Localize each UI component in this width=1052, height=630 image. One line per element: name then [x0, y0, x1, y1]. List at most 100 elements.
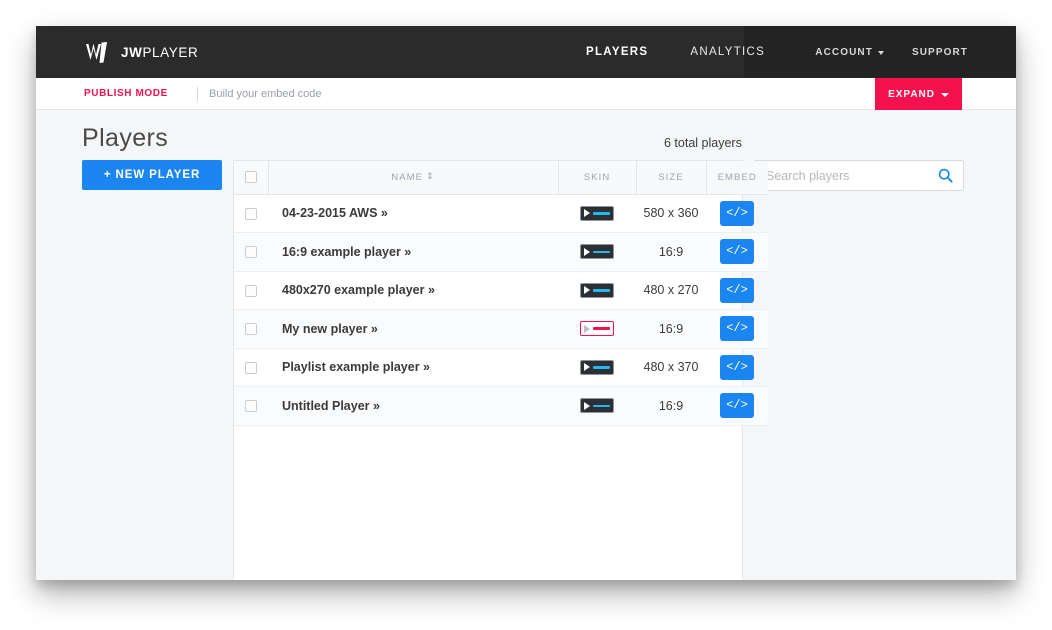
progress-bar-icon	[593, 212, 610, 215]
play-triangle-icon	[584, 363, 590, 372]
table-body: 04-23-2015 AWS » 580 x 360 </> 16:9 example…	[234, 194, 768, 426]
row-skin-cell	[558, 232, 636, 272]
expand-button[interactable]: EXPAND	[875, 78, 962, 110]
player-name-link[interactable]: 480x270 example player »	[282, 283, 435, 297]
row-size-cell: 480 x 270	[636, 271, 706, 310]
search-players-box[interactable]	[754, 160, 964, 191]
row-skin-cell	[558, 194, 636, 233]
table-row[interactable]: 480x270 example player » 480 x 270 </>	[234, 271, 768, 310]
jwplayer-logo[interactable]: JWPLAYER	[84, 39, 198, 65]
row-name-cell: 480x270 example player »	[268, 271, 558, 310]
logo-text-jw: JW	[121, 44, 143, 60]
chevron-down-icon	[877, 51, 884, 55]
play-triangle-icon	[584, 247, 590, 256]
row-embed-cell: </>	[706, 271, 768, 310]
row-embed-cell: </>	[706, 194, 768, 233]
search-icon	[938, 168, 953, 183]
row-checkbox[interactable]	[245, 361, 257, 374]
skin-thumbnail-pink-icon	[580, 321, 614, 337]
row-select-cell	[234, 232, 268, 272]
row-checkbox[interactable]	[245, 207, 257, 220]
progress-bar-icon	[593, 366, 610, 369]
table-row[interactable]: Untitled Player » 16:9 </>	[234, 386, 768, 426]
table-row[interactable]: My new player » 16:9 </>	[234, 309, 768, 349]
player-name-link[interactable]: Untitled Player »	[282, 399, 380, 413]
row-size-cell: 16:9	[636, 309, 706, 349]
row-skin-cell	[558, 271, 636, 310]
nav-account-menu[interactable]: ACCOUNT	[815, 47, 884, 58]
tab-analytics[interactable]: ANALYTICS	[680, 26, 775, 78]
embed-code-button[interactable]: </>	[720, 316, 754, 342]
column-header-select-all	[234, 161, 269, 195]
publish-mode-hint: Build your embed code	[209, 87, 322, 100]
row-select-cell	[234, 309, 268, 349]
progress-bar-icon	[593, 250, 610, 253]
search-input[interactable]	[755, 168, 938, 183]
row-select-cell	[234, 194, 268, 233]
column-header-skin: SKIN	[558, 161, 637, 195]
row-name-cell: 04-23-2015 AWS »	[268, 194, 558, 233]
row-name-cell: 16:9 example player »	[268, 232, 558, 272]
table-row[interactable]: Playlist example player » 480 x 370 </>	[234, 348, 768, 387]
top-navigation-bar: JWPLAYER PLAYERS ANALYTICS ACCOUNT SUPPO…	[36, 26, 1016, 86]
play-triangle-icon	[584, 286, 590, 295]
nav-support-link[interactable]: SUPPORT	[912, 47, 968, 58]
column-header-embed: EMBED	[706, 161, 768, 195]
select-all-checkbox[interactable]	[244, 171, 257, 184]
row-size-cell: 480 x 370	[636, 348, 706, 387]
table-header-row: NAME ⇕ SKIN SIZE EMBED	[234, 161, 768, 195]
play-triangle-icon	[584, 401, 590, 410]
publish-mode-label[interactable]: PUBLISH MODE	[84, 88, 168, 99]
row-name-cell: Playlist example player »	[268, 348, 558, 387]
embed-code-button[interactable]: </>	[720, 200, 754, 226]
skin-thumbnail-dark-icon	[580, 359, 614, 375]
tab-analytics-label: ANALYTICS	[690, 46, 766, 58]
page-title: Players	[82, 124, 169, 152]
play-triangle-icon	[584, 209, 590, 218]
embed-code-button[interactable]: </>	[720, 354, 754, 380]
row-checkbox[interactable]	[245, 246, 257, 259]
nav-right-group: ACCOUNT SUPPORT	[815, 47, 968, 58]
main-tabs: PLAYERS ANALYTICS	[576, 26, 775, 86]
jwplayer-w-logo-icon	[86, 42, 107, 63]
app-window: JWPLAYER PLAYERS ANALYTICS ACCOUNT SUPPO…	[36, 26, 1016, 580]
player-name-link[interactable]: 16:9 example player »	[282, 245, 411, 259]
player-name-link[interactable]: Playlist example player »	[282, 360, 430, 374]
row-skin-cell	[558, 386, 636, 426]
row-skin-cell	[558, 348, 636, 387]
content-area: Players 6 total players + NEW PLAYER Sea…	[36, 110, 1016, 580]
player-name-link[interactable]: My new player »	[282, 322, 378, 336]
table-row[interactable]: 04-23-2015 AWS » 580 x 360 </>	[234, 194, 768, 233]
column-header-size: SIZE	[636, 161, 707, 195]
tab-players[interactable]: PLAYERS	[576, 26, 658, 86]
players-table-panel: NAME ⇕ SKIN SIZE EMBED 04-23-2015 AWS » 58…	[233, 160, 768, 580]
sort-toggle-icon[interactable]: ⇕	[426, 171, 435, 182]
embed-code-button[interactable]: </>	[720, 393, 754, 419]
row-name-cell: Untitled Player »	[268, 386, 558, 426]
search-submit-button[interactable]	[938, 168, 963, 183]
column-header-name[interactable]: NAME ⇕	[268, 161, 559, 195]
nav-account-label: ACCOUNT	[815, 46, 873, 58]
row-checkbox[interactable]	[245, 323, 257, 336]
logo-text-player: PLAYER	[142, 44, 199, 60]
embed-code-button[interactable]: </>	[720, 277, 754, 303]
new-player-button[interactable]: + NEW PLAYER	[82, 160, 222, 190]
column-header-name-label: NAME	[391, 171, 424, 183]
progress-bar-icon	[593, 289, 610, 292]
publish-mode-bar: PUBLISH MODE Build your embed code EXPAN…	[36, 78, 1016, 110]
table-row[interactable]: 16:9 example player » 16:9 </>	[234, 232, 768, 272]
logo-text: JWPLAYER	[121, 45, 198, 60]
row-embed-cell: </>	[706, 348, 768, 387]
player-name-link[interactable]: 04-23-2015 AWS »	[282, 206, 388, 220]
tab-players-label: PLAYERS	[586, 46, 649, 58]
row-checkbox[interactable]	[245, 400, 257, 413]
progress-bar-icon	[593, 404, 610, 407]
embed-code-button[interactable]: </>	[720, 239, 754, 265]
row-size-cell: 16:9	[636, 386, 706, 426]
subbar-divider	[197, 87, 198, 101]
row-size-cell: 580 x 360	[636, 194, 706, 233]
row-name-cell: My new player »	[268, 309, 558, 349]
row-checkbox[interactable]	[245, 284, 257, 297]
row-select-cell	[234, 386, 268, 426]
row-embed-cell: </>	[706, 232, 768, 272]
